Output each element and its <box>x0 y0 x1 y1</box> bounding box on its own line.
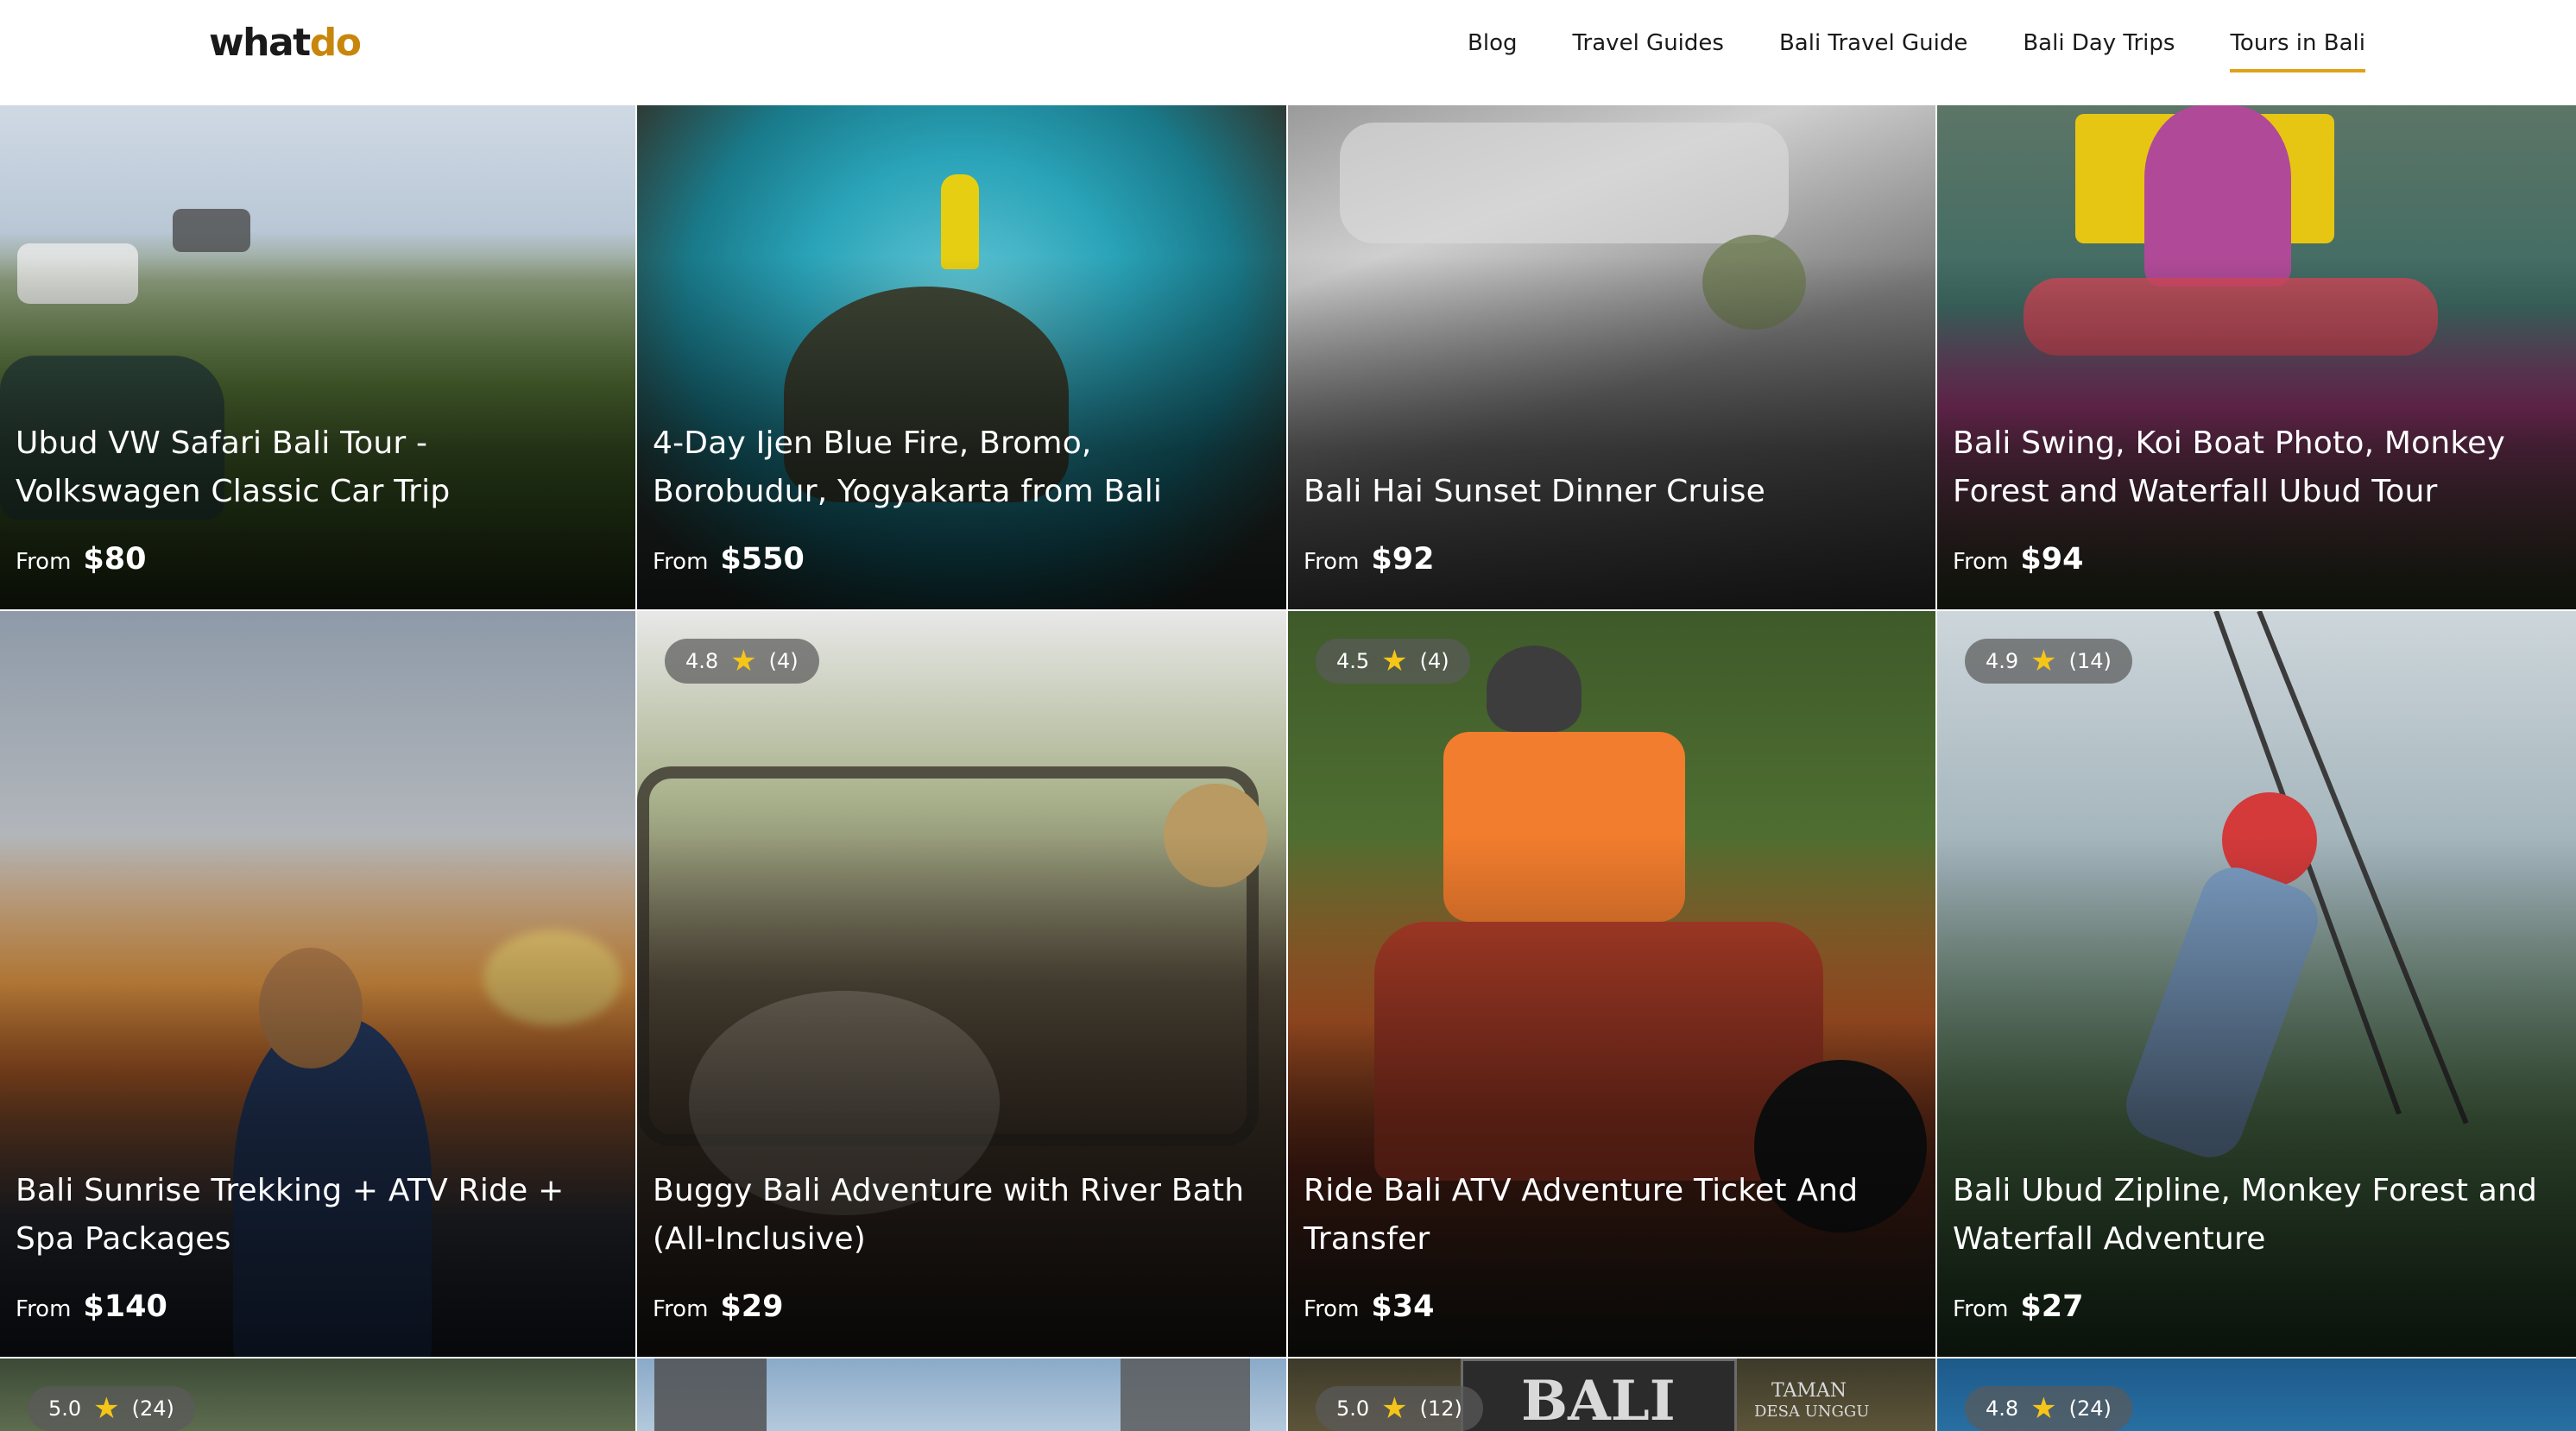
tour-price: $94 <box>2020 542 2084 577</box>
desa-sign-text: DESA UNGGU <box>1754 1403 1870 1421</box>
tour-price: $140 <box>83 1289 167 1324</box>
rating-badge: 4.8 ★ (24) <box>1965 1386 2132 1431</box>
tour-card-row3-3[interactable]: BALI TAMAN DESA UNGGU 5.0 ★ (12) <box>1288 1359 1935 1431</box>
price-from-label: From <box>1304 549 1360 575</box>
tour-price-row: From $94 <box>1953 542 2083 577</box>
nav-bali-day-trips[interactable]: Bali Day Trips <box>2023 26 2175 72</box>
site-header: whatdo Blog Travel Guides Bali Travel Gu… <box>0 0 2576 105</box>
tour-price-row: From $92 <box>1304 542 1434 577</box>
tour-card-ubud-zipline[interactable]: 4.9 ★ (14) Bali Ubud Zipline, Monkey For… <box>1937 611 2576 1357</box>
whatdo-logo[interactable]: whatdo <box>209 19 362 67</box>
tour-grid: Ubud VW Safari Bali Tour - Volkswagen Cl… <box>0 105 2576 1431</box>
tour-price-row: From $34 <box>1304 1289 1434 1324</box>
review-count: (14) <box>2068 649 2112 673</box>
tour-price: $80 <box>83 542 147 577</box>
star-icon: ★ <box>93 1391 120 1426</box>
tour-card-sunrise-trekking[interactable]: Bali Sunrise Trekking + ATV Ride + Spa P… <box>0 611 635 1357</box>
rating-badge: 4.9 ★ (14) <box>1965 639 2132 684</box>
tour-title: Buggy Bali Adventure with River Bath (Al… <box>653 1173 1245 1257</box>
tour-card-row3-2[interactable] <box>637 1359 1286 1431</box>
rating-badge: 5.0 ★ (24) <box>28 1386 195 1431</box>
rating-badge: 4.8 ★ (4) <box>665 639 819 684</box>
logo-part-do: do <box>309 21 362 65</box>
review-count: (12) <box>1419 1396 1462 1421</box>
price-from-label: From <box>1953 1296 2009 1322</box>
tour-card-ijen-bromo[interactable]: 4-Day Ijen Blue Fire, Bromo, Borobudur, … <box>637 105 1286 609</box>
tour-title: Bali Ubud Zipline, Monkey Forest and Wat… <box>1953 1173 2538 1257</box>
tour-card-buggy-adventure[interactable]: 4.8 ★ (4) Buggy Bali Adventure with Rive… <box>637 611 1286 1357</box>
star-icon: ★ <box>730 644 757 678</box>
star-icon: ★ <box>2030 644 2057 678</box>
tour-title: Bali Sunrise Trekking + ATV Ride + Spa P… <box>16 1173 565 1257</box>
star-icon: ★ <box>2030 1391 2057 1426</box>
tour-title: 4-Day Ijen Blue Fire, Bromo, Borobudur, … <box>653 426 1163 509</box>
price-from-label: From <box>1953 549 2009 575</box>
price-from-label: From <box>653 1296 709 1322</box>
price-from-label: From <box>653 549 709 575</box>
tour-card-bali-hai-cruise[interactable]: Bali Hai Sunset Dinner Cruise From $92 <box>1288 105 1935 609</box>
tour-title: Ride Bali ATV Adventure Ticket And Trans… <box>1304 1173 1859 1257</box>
price-from-label: From <box>16 1296 72 1322</box>
nav-bali-travel-guide[interactable]: Bali Travel Guide <box>1779 26 1967 72</box>
star-icon: ★ <box>1381 644 1408 678</box>
tour-price-row: From $80 <box>16 542 146 577</box>
review-count: (4) <box>1419 649 1449 673</box>
rating-badge: 5.0 ★ (12) <box>1316 1386 1483 1431</box>
star-icon: ★ <box>1381 1391 1408 1426</box>
tour-price: $92 <box>1371 542 1435 577</box>
nav-blog[interactable]: Blog <box>1468 26 1517 72</box>
rating-value: 4.8 <box>685 649 719 673</box>
tour-price-row: From $29 <box>653 1289 783 1324</box>
tour-card-atv-adventure[interactable]: 4.5 ★ (4) Ride Bali ATV Adventure Ticket… <box>1288 611 1935 1357</box>
tour-card-row3-1[interactable]: 5.0 ★ (24) <box>0 1359 635 1431</box>
rating-value: 5.0 <box>1336 1396 1370 1421</box>
rating-value: 5.0 <box>48 1396 82 1421</box>
price-from-label: From <box>1304 1296 1360 1322</box>
tour-card-row3-4[interactable]: 4.8 ★ (24) <box>1937 1359 2576 1431</box>
nav-travel-guides[interactable]: Travel Guides <box>1573 26 1724 72</box>
tour-card-vw-safari[interactable]: Ubud VW Safari Bali Tour - Volkswagen Cl… <box>0 105 635 609</box>
rating-value: 4.5 <box>1336 649 1370 673</box>
bali-sign-text: BALI <box>1521 1369 1676 1431</box>
tour-title: Ubud VW Safari Bali Tour - Volkswagen Cl… <box>16 426 451 509</box>
rating-value: 4.8 <box>1986 1396 2019 1421</box>
review-count: (24) <box>131 1396 174 1421</box>
tour-price: $29 <box>720 1289 784 1324</box>
rating-badge: 4.5 ★ (4) <box>1316 639 1470 684</box>
tour-price: $27 <box>2020 1289 2084 1324</box>
main-nav: Blog Travel Guides Bali Travel Guide Bal… <box>1412 26 2365 72</box>
logo-part-what: what <box>209 21 311 65</box>
tour-price: $34 <box>1371 1289 1435 1324</box>
nav-tours-in-bali[interactable]: Tours in Bali <box>2230 26 2365 72</box>
price-from-label: From <box>16 549 72 575</box>
tour-price-row: From $140 <box>16 1289 167 1324</box>
tour-price: $550 <box>720 542 805 577</box>
review-count: (24) <box>2068 1396 2112 1421</box>
tour-price-row: From $550 <box>653 542 805 577</box>
tour-card-bali-swing[interactable]: Bali Swing, Koi Boat Photo, Monkey Fores… <box>1937 105 2576 609</box>
tour-image <box>637 1359 1286 1431</box>
rating-value: 4.9 <box>1986 649 2019 673</box>
tour-price-row: From $27 <box>1953 1289 2083 1324</box>
tour-title: Bali Swing, Koi Boat Photo, Monkey Fores… <box>1953 426 2505 509</box>
review-count: (4) <box>768 649 799 673</box>
tour-title: Bali Hai Sunset Dinner Cruise <box>1304 474 1765 509</box>
